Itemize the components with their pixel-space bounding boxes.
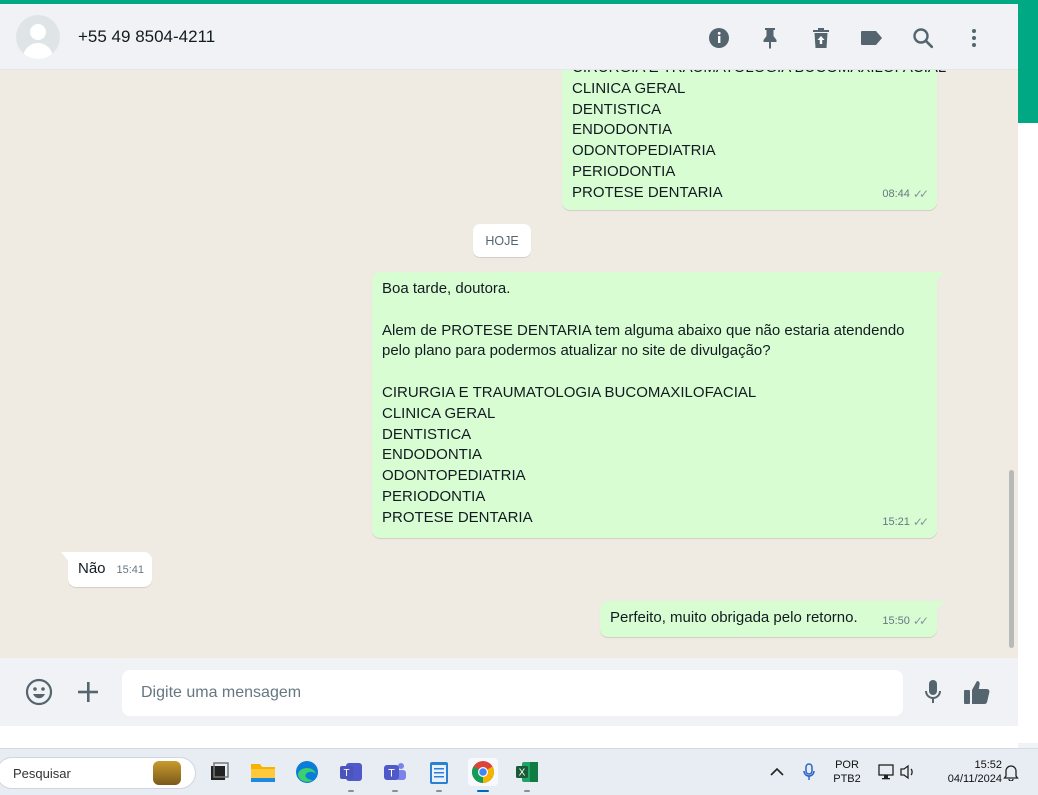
message-line: DENTISTICA: [572, 100, 662, 118]
header-actions: [684, 21, 990, 54]
contact-name[interactable]: +55 49 8504-4211: [78, 27, 215, 47]
notepad-icon[interactable]: [424, 758, 454, 792]
message-meta: 15:50 ✓✓: [882, 611, 929, 632]
message-line: PROTESE DENTARIA: [572, 183, 723, 201]
running-indicator: [392, 790, 398, 792]
task-view-icon[interactable]: [204, 758, 234, 786]
svg-text:T: T: [343, 768, 349, 779]
message-line: PERIODONTIA: [572, 162, 676, 180]
message-meta: 15:41: [116, 560, 144, 581]
message-meta: 15:21 ✓✓: [882, 512, 929, 533]
read-ticks-icon: ✓✓: [912, 187, 929, 202]
app-accent-side: [1018, 4, 1038, 123]
window-bottom-edge: [0, 726, 1018, 748]
read-ticks-icon: ✓✓: [912, 515, 929, 530]
message-line: pelo plano para podermos atualizar no si…: [382, 342, 771, 360]
clock-date: 04/11/2024: [947, 773, 1002, 785]
keyboard-layout: PTB2: [833, 773, 861, 785]
svg-text:T: T: [388, 768, 395, 780]
microphone-tray-icon[interactable]: [794, 758, 824, 786]
running-indicator: [348, 790, 354, 792]
file-explorer-icon[interactable]: [248, 758, 278, 786]
message-input[interactable]: [122, 670, 903, 716]
message-line: ENDODONTIA: [572, 121, 673, 139]
avatar[interactable]: [16, 14, 60, 59]
message-bubble-outgoing[interactable]: Boa tarde, doutora. Alem de PROTESE DENT…: [372, 272, 944, 538]
message-line: PROTESE DENTARIA: [382, 508, 533, 526]
info-icon[interactable]: [702, 21, 735, 54]
message-meta: 08:44 ✓✓: [882, 184, 929, 205]
scrollbar-thumb[interactable]: [1009, 470, 1014, 648]
attach-plus-icon[interactable]: [70, 674, 106, 710]
bubble-tail: [936, 601, 944, 611]
chat-pane: CIRURGIA E TRAUMATOLOGIA BUCOMAXILOFACIA…: [0, 70, 1018, 658]
chat-header: +55 49 8504-4211: [0, 4, 1018, 70]
message-line: PERIODONTIA: [382, 487, 486, 505]
taskbar-search[interactable]: Pesquisar: [0, 757, 196, 789]
message-line: ENDODONTIA: [382, 446, 483, 464]
search-highlight-icon: [153, 761, 181, 785]
teams-work-icon[interactable]: T: [336, 758, 366, 792]
day-separator: HOJE: [473, 224, 531, 257]
more-options-icon[interactable]: [957, 21, 990, 54]
message-line: CIRURGIA E TRAUMATOLOGIA BUCOMAXILOFACIA…: [572, 70, 946, 79]
thumbs-up-icon[interactable]: [959, 674, 995, 710]
chrome-icon[interactable]: [468, 758, 498, 792]
delete-icon[interactable]: [804, 21, 837, 54]
chevron-up-icon[interactable]: [762, 758, 792, 786]
volume-icon[interactable]: [893, 758, 923, 786]
bubble-tail: [61, 552, 69, 562]
os-taskbar: Pesquisar T T X POR PTB2 15:52 04/11/202…: [0, 748, 1038, 795]
message-line: CLINICA GERAL: [382, 404, 496, 422]
running-indicator: [477, 790, 489, 792]
message-line: Boa tarde, doutora.: [382, 280, 511, 297]
message-line: ODONTOPEDIATRIA: [572, 142, 716, 160]
message-line: [382, 300, 927, 321]
excel-icon[interactable]: X: [512, 758, 542, 792]
taskbar-search-label: Pesquisar: [13, 765, 71, 781]
notification-bell-icon[interactable]: [996, 758, 1026, 786]
read-ticks-icon: ✓✓: [912, 614, 929, 629]
window-edge: [1018, 123, 1038, 743]
message-bubble-incoming[interactable]: Não 15:41: [61, 552, 152, 587]
message-composer: [0, 658, 1018, 726]
avatar-body: [23, 42, 53, 59]
microphone-icon[interactable]: [915, 674, 951, 710]
input-language[interactable]: POR PTB2: [830, 758, 864, 786]
teams-icon[interactable]: T: [380, 758, 410, 792]
edge-browser-icon[interactable]: [292, 758, 322, 786]
running-indicator: [524, 790, 530, 792]
search-icon[interactable]: [906, 21, 939, 54]
message-time: 15:21: [882, 516, 910, 529]
message-line: Alem de PROTESE DENTARIA tem alguma abai…: [382, 321, 905, 339]
message-bubble-outgoing[interactable]: CIRURGIA E TRAUMATOLOGIA BUCOMAXILOFACIA…: [562, 70, 946, 210]
message-time: 15:41: [116, 564, 144, 577]
language-code: POR: [835, 759, 859, 771]
message-bubble-outgoing[interactable]: Perfeito, muito obrigada pelo retorno. 1…: [600, 601, 944, 637]
avatar-head: [30, 23, 46, 40]
bubble-tail: [936, 272, 944, 282]
message-line: CIRURGIA E TRAUMATOLOGIA BUCOMAXILOFACIA…: [382, 383, 757, 401]
message-line: Perfeito, muito obrigada pelo retorno.: [610, 609, 858, 626]
message-line: CLINICA GERAL: [572, 79, 686, 97]
chat-scrollbar[interactable]: [1007, 70, 1016, 658]
pin-icon[interactable]: [753, 21, 786, 54]
clock[interactable]: 15:52 04/11/2024: [926, 758, 1002, 786]
message-time: 08:44: [882, 188, 910, 201]
emoji-icon[interactable]: [21, 674, 57, 710]
message-line: ODONTOPEDIATRIA: [382, 467, 526, 485]
message-time: 15:50: [882, 615, 910, 628]
svg-text:X: X: [519, 768, 526, 779]
label-icon[interactable]: [855, 21, 888, 54]
message-line: [382, 362, 927, 383]
message-line: DENTISTICA: [382, 425, 472, 443]
running-indicator: [436, 790, 442, 792]
clock-time: 15:52: [974, 759, 1002, 771]
